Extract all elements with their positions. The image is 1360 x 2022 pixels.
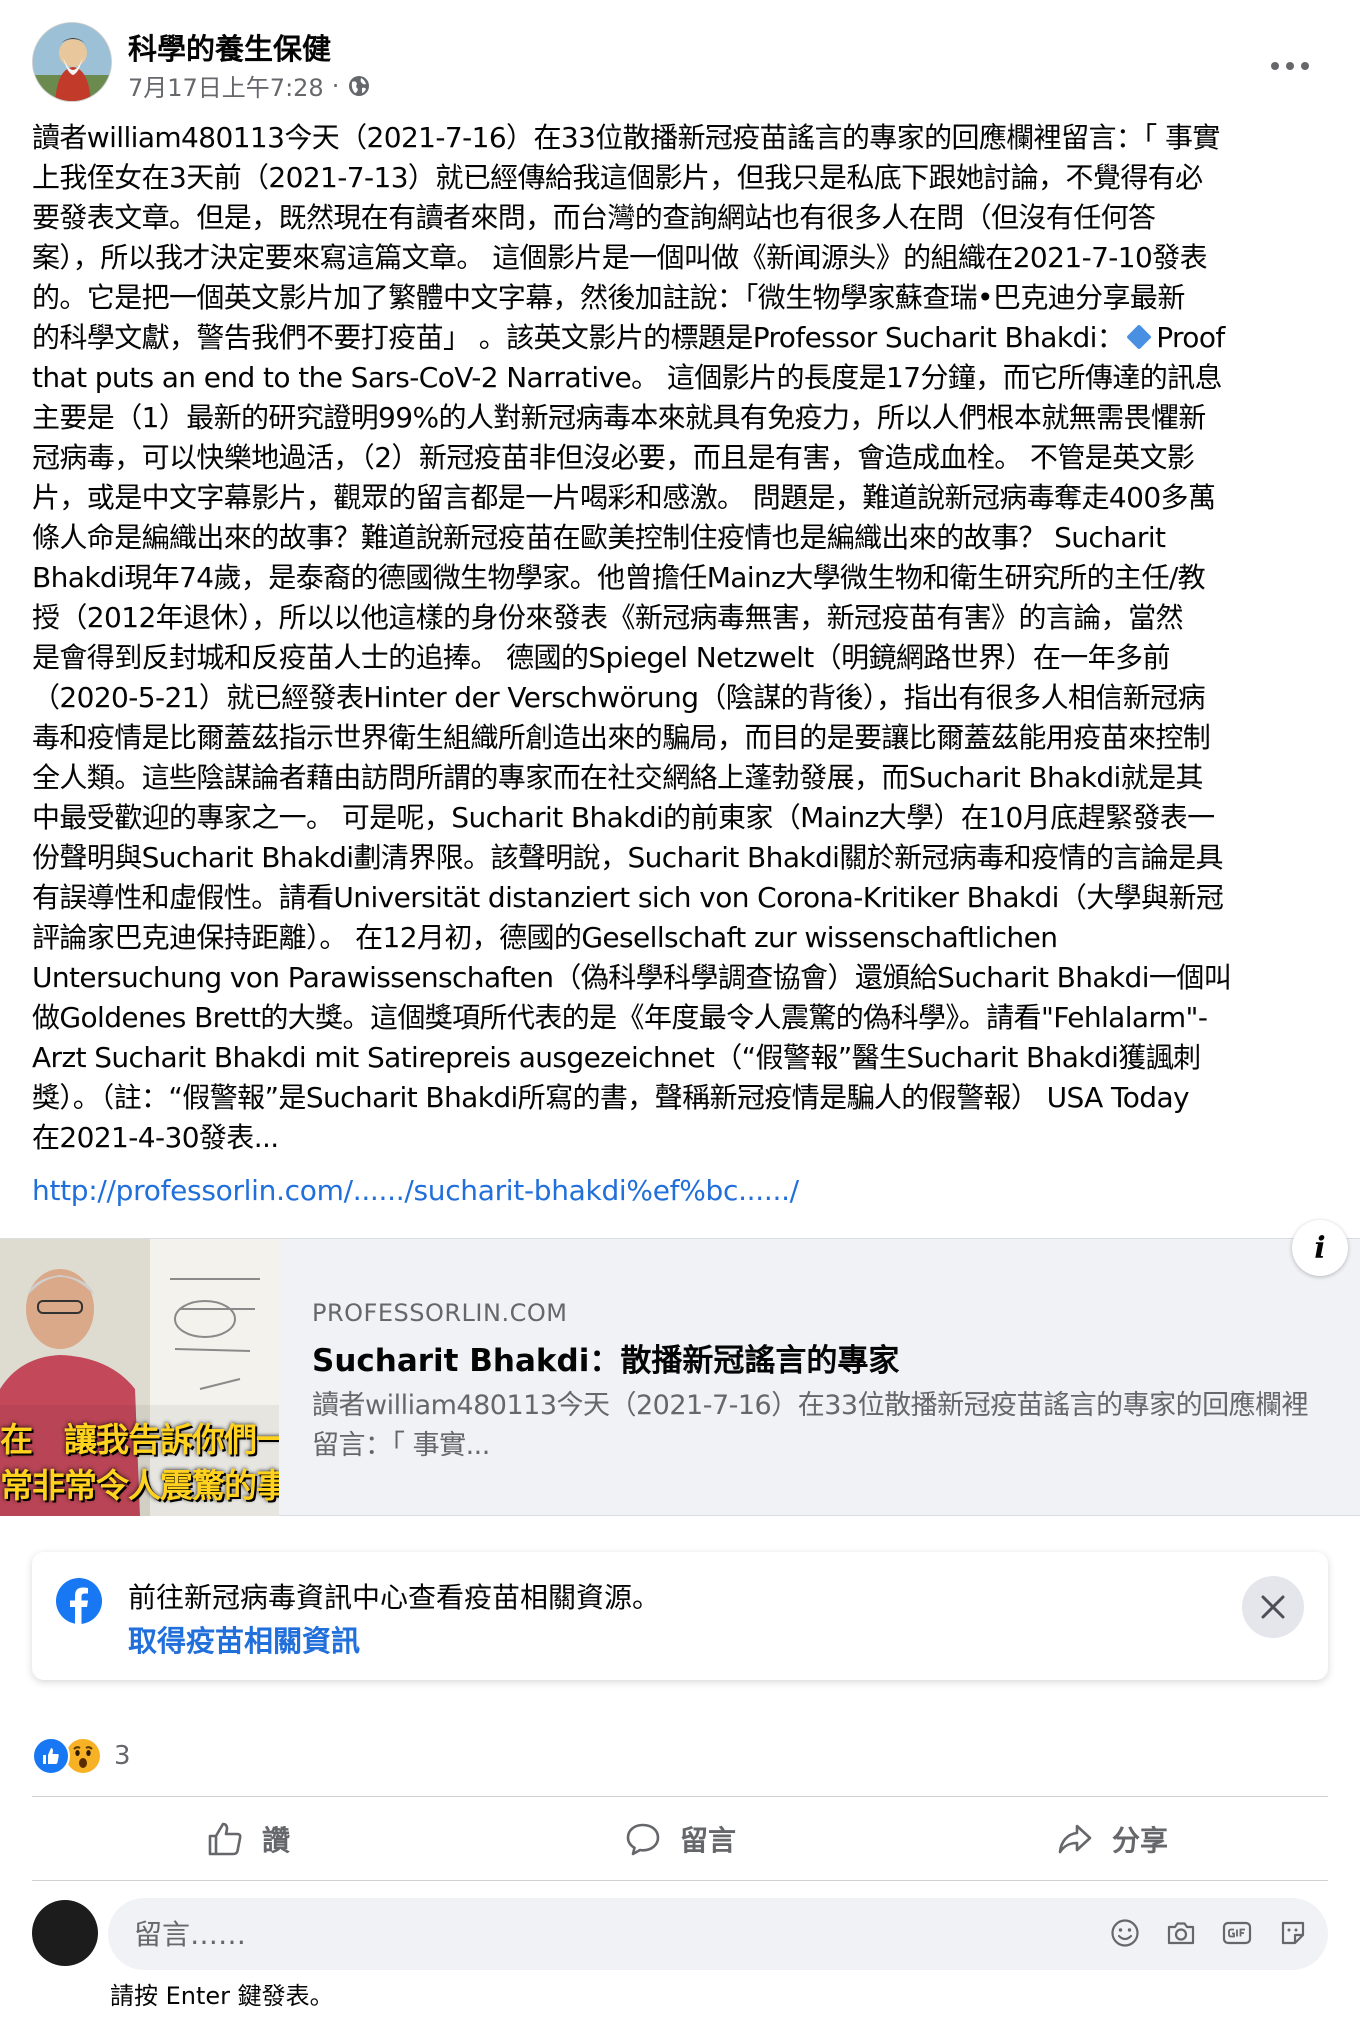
link-description: 讀者william480113今天（2021-7-16）在33位散播新冠疫苗謠言…: [312, 1390, 1309, 1461]
post-text-line: 授（2012年退休），所以以他這樣的身份來發表《新冠病毒無害，新冠疫苗有害》的言…: [32, 601, 1183, 634]
sticker-icon[interactable]: [1272, 1912, 1314, 1954]
emoji-icon[interactable]: [1104, 1912, 1146, 1954]
post-text-line: 是會得到反封城和反疫苗人士的追捧。 德國的Spiegel Netzwelt（明鏡…: [32, 641, 1170, 674]
like-button[interactable]: 讚: [32, 1800, 464, 1878]
vaccine-info-link[interactable]: 取得疫苗相關資訊: [128, 1618, 360, 1660]
covid-info-banner: 前往新冠病毒資訊中心查看疫苗相關資源。 取得疫苗相關資訊: [32, 1552, 1328, 1680]
divider: [32, 1796, 1328, 1797]
post-header: 科學的養生保健 7月17日上午7:28 ·: [32, 22, 1332, 106]
post-text-line: 全人類。這些陰謀論者藉由訪問所謂的專家而在社交網絡上蓬勃發展，而Sucharit…: [32, 761, 1203, 794]
reactions-summary[interactable]: 3: [32, 1734, 131, 1778]
link-thumbnail: 在 讓我告訴你們一 常非常令人震驚的事: [0, 1239, 279, 1516]
share-label: 分享: [1111, 1824, 1168, 1857]
post-text-line: Bhakdi現年74歲，是泰裔的德國微生物學家。他曾擔任Mainz大學微生物和衛…: [32, 561, 1206, 594]
post-text-line: 案），所以我才決定要來寫這篇文章。 這個影片是一個叫做《新闻源头》的組織在202…: [32, 241, 1208, 274]
like-reaction-icon: [32, 1737, 70, 1775]
link-title[interactable]: Sucharit Bhakdi：散播新冠謠言的專家: [312, 1335, 1332, 1380]
like-icon: [208, 1822, 242, 1856]
comment-tools: [1104, 1912, 1314, 1954]
gif-icon[interactable]: [1216, 1912, 1258, 1954]
comment-button[interactable]: 留言: [464, 1800, 896, 1878]
post-text-line: 上我侄女在3天前（2021-7-13）就已經傳給我這個影片，但我只是私底下跟她討…: [32, 161, 1203, 194]
like-label: 讚: [261, 1824, 290, 1857]
post-text-line: 條人命是編織出來的故事？難道說新冠疫苗在歐美控制住疫情也是編織出來的故事？ Su…: [32, 521, 1166, 554]
post-text-line: 獎）。（註：“假警報”是Sucharit Bhakdi所寫的書，聲稱新冠疫情是騙…: [32, 1081, 1190, 1114]
post-text-line: 中最受歡迎的專家之一。 可是呢，Sucharit Bhakdi的前東家（Main…: [32, 801, 1215, 834]
post-text-line: 的。它是把一個英文影片加了繁體中文字幕，然後加註說：「微生物學家蘇查瑞•巴克迪分…: [32, 281, 1185, 314]
banner-text: 前往新冠病毒資訊中心查看疫苗相關資源。: [128, 1581, 661, 1614]
enter-hint: 請按 Enter 鍵發表。: [110, 1982, 334, 2010]
close-icon[interactable]: [1242, 1576, 1304, 1638]
post-text-line: Arzt Sucharit Bhakdi mit Satirepreis aus…: [32, 1041, 1201, 1074]
post-text-line: 在2021-4-30發表...: [32, 1121, 279, 1154]
more-options-icon[interactable]: [1260, 46, 1320, 86]
link-card-info: PROFESSORLIN.COM Sucharit Bhakdi：散播新冠謠言的…: [312, 1299, 1332, 1466]
post-text-line: 的科學文獻，警告我們不要打疫苗」 。該英文影片的標題是Professor Suc…: [32, 321, 1225, 354]
link-preview-card[interactable]: 在 讓我告訴你們一 常非常令人震驚的事 PROFESSORLIN.COM Suc…: [0, 1238, 1360, 1516]
page-name[interactable]: 科學的養生保健: [128, 26, 331, 68]
post-text-line: Untersuchung von Parawissenschaften（偽科學科…: [32, 961, 1232, 994]
info-icon[interactable]: i: [1292, 1220, 1348, 1276]
post-text-line: 毒和疫情是比爾蓋茲指示世界衛生組織所創造出來的騙局，而目的是要讓比爾蓋茲能用疫苗…: [32, 721, 1211, 754]
share-icon: [1058, 1824, 1092, 1854]
post-timestamp[interactable]: 7月17日上午7:28: [128, 68, 324, 103]
post-text-line: 片，或是中文字幕影片，觀眾的留言都是一片喝彩和感激。 問題是，難道說新冠病毒奪走…: [32, 481, 1216, 514]
post-meta: 7月17日上午7:28 ·: [128, 68, 371, 103]
camera-icon[interactable]: [1160, 1912, 1202, 1954]
post-text-line: 冠病毒，可以快樂地過活，（2）新冠疫苗非但沒必要，而且是有害，會造成血栓。 不管…: [32, 441, 1195, 474]
reaction-count: 3: [114, 1741, 131, 1771]
page-avatar[interactable]: [32, 22, 112, 102]
post-text-line: 有誤導性和虛假性。請看Universität distanziert sich …: [32, 881, 1224, 914]
thumbnail-caption: 在 讓我告訴你們一: [0, 1420, 279, 1459]
facebook-icon: [56, 1578, 102, 1624]
post-text: 讀者william480113今天（2021-7-16）在33位散播新冠疫苗謠言…: [32, 118, 1332, 1158]
comment-input[interactable]: [134, 1898, 1034, 1970]
comment-box[interactable]: [108, 1898, 1328, 1970]
post-text-line: 評論家巴克迪保持距離）。 在12月初，德國的Gesellschaft zur w…: [32, 921, 1058, 954]
post-text-line: 要發表文章。但是，既然現在有讀者來問，而台灣的查詢網站也有很多人在問（但沒有任何…: [32, 201, 1156, 234]
link-domain: PROFESSORLIN.COM: [312, 1299, 568, 1327]
thumbnail-caption: 常非常令人震驚的事: [0, 1466, 279, 1505]
post-text-line: 做Goldenes Brett的大獎。這個獎項所代表的是《年度最令人震驚的偽科學…: [32, 1001, 1208, 1034]
share-button[interactable]: 分享: [896, 1800, 1328, 1878]
post-link[interactable]: http://professorlin.com/....../sucharit-…: [32, 1174, 799, 1207]
post-text-line: that puts an end to the Sars-CoV-2 Narra…: [32, 361, 1222, 394]
divider: [32, 1880, 1328, 1881]
post-text-line: 份聲明與Sucharit Bhakdi劃清界限。該聲明說，Sucharit Bh…: [32, 841, 1224, 874]
comment-label: 留言: [679, 1824, 736, 1857]
post-text-line: 主要是（1）最新的研究證明99%的人對新冠病毒本來就具有免疫力，所以人們根本就無…: [32, 401, 1206, 434]
post-text-line: 讀者william480113今天（2021-7-16）在33位散播新冠疫苗謠言…: [32, 121, 1220, 154]
blue-diamond-icon: [1126, 324, 1152, 350]
post-actions: 讚 留言 分享: [32, 1800, 1328, 1878]
comment-composer: [32, 1898, 1328, 1970]
post-text-line: （2020-5-21）就已經發表Hinter der Verschwörung（…: [32, 681, 1206, 714]
user-avatar[interactable]: [32, 1900, 98, 1966]
globe-icon: [349, 75, 370, 96]
comment-icon: [626, 1823, 660, 1856]
